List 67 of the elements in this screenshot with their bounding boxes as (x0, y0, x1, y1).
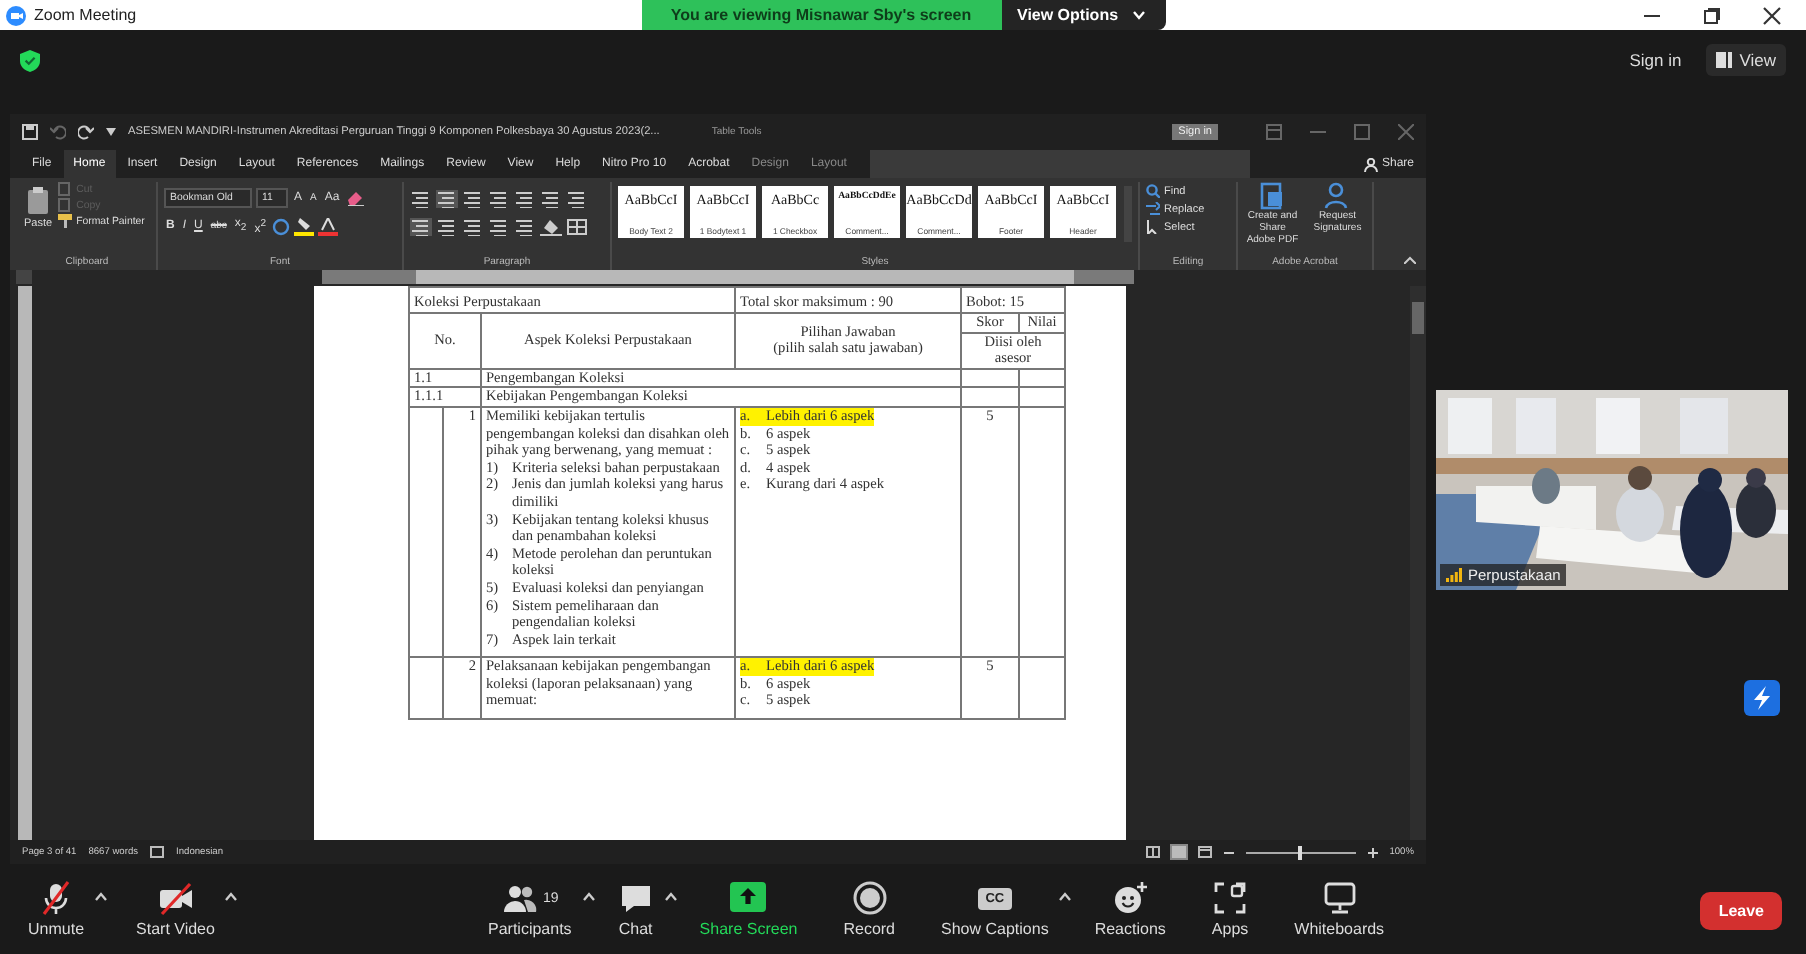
replace-icon (1146, 202, 1160, 216)
view-icon (1715, 52, 1732, 68)
apps-icon (1212, 880, 1249, 916)
web-layout-icon[interactable] (1197, 846, 1212, 858)
proofing-icon (150, 846, 165, 858)
whiteboards-button[interactable]: Whiteboards (1286, 876, 1393, 942)
view-button[interactable]: View (1705, 44, 1786, 76)
shield-icon (20, 49, 40, 71)
cursor-icon (1146, 220, 1160, 234)
chat-bubble-icon (617, 880, 654, 916)
zoom-in-icon[interactable] (1367, 847, 1378, 857)
caret-up-icon[interactable] (1058, 892, 1073, 902)
record-icon (851, 880, 888, 916)
highlighter-icon[interactable] (293, 217, 314, 235)
leave-button[interactable]: Leave (1700, 891, 1782, 929)
reactions-button[interactable]: Reactions (1086, 876, 1174, 942)
chat-button[interactable]: Chat (609, 876, 662, 942)
share-screen-icon (730, 880, 767, 916)
redo-icon (78, 124, 94, 140)
view-options-button[interactable]: View Options (1001, 0, 1165, 30)
unmute-button[interactable]: Unmute (20, 876, 93, 942)
caret-up-icon[interactable] (581, 892, 596, 902)
sharing-banner: You are viewing Misnawar Sby's screen (641, 0, 1001, 30)
zoom-out-icon[interactable] (1223, 847, 1234, 857)
signature-icon (1323, 182, 1352, 210)
ribbon-display-icon[interactable] (1266, 124, 1282, 140)
app-logo-icon (6, 5, 26, 25)
lightning-icon[interactable] (1744, 680, 1780, 716)
font-color-icon[interactable] (317, 217, 338, 235)
signal-icon (1446, 568, 1462, 582)
maximize-icon[interactable] (1354, 124, 1370, 140)
close-icon[interactable] (1762, 5, 1782, 25)
smiley-icon (1112, 880, 1149, 916)
sign-in-button[interactable]: Sign in (1621, 44, 1690, 76)
monitor-icon (1321, 880, 1358, 916)
scrollbar-thumb[interactable] (1412, 302, 1424, 334)
clipboard-icon (26, 186, 51, 214)
eraser-icon[interactable] (345, 190, 364, 206)
start-video-button[interactable]: Start Video (128, 876, 223, 942)
chevron-down-icon (1132, 10, 1147, 20)
document-icon (1258, 182, 1287, 210)
borders-icon[interactable] (566, 217, 588, 235)
search-field[interactable] (870, 150, 1251, 178)
brush-icon (58, 214, 73, 228)
caret-up-icon[interactable] (224, 892, 239, 902)
collapse-ribbon-icon[interactable] (1404, 256, 1416, 264)
save-icon (22, 124, 38, 140)
undo-icon (50, 124, 66, 140)
apps-button[interactable]: Apps (1203, 876, 1257, 942)
read-mode-icon[interactable] (1145, 846, 1160, 858)
copy-icon (58, 198, 73, 212)
restore-icon[interactable] (1702, 5, 1722, 25)
camera-off-icon (157, 880, 194, 916)
people-icon (501, 880, 537, 916)
scrollbar[interactable] (1410, 286, 1426, 840)
caret-up-icon[interactable] (94, 892, 109, 902)
microphone-muted-icon (38, 880, 74, 916)
search-icon (1146, 184, 1160, 198)
window-title: Zoom Meeting (34, 6, 137, 24)
caret-up-icon[interactable] (663, 892, 678, 902)
dropdown-icon (106, 128, 116, 136)
shading-icon[interactable] (540, 217, 562, 235)
text-effects-icon[interactable] (271, 217, 290, 235)
share-screen-button[interactable]: Share Screen (691, 876, 806, 942)
record-button[interactable]: Record (835, 876, 904, 942)
person-icon (1363, 157, 1378, 171)
slider-thumb[interactable] (1298, 845, 1303, 859)
